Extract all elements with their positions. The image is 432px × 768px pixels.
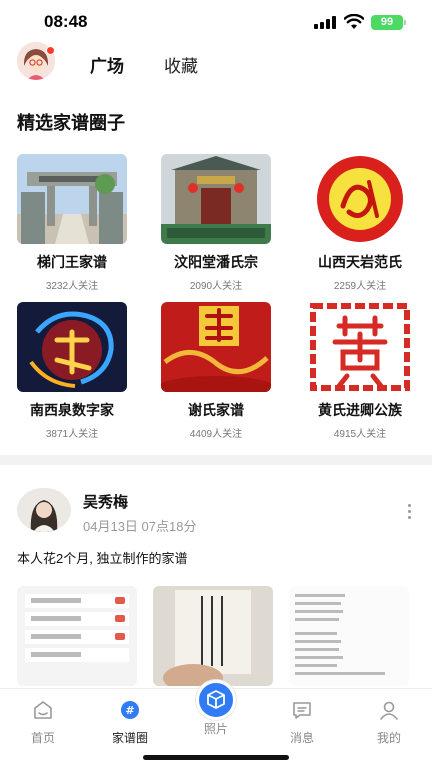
cube-icon bbox=[207, 690, 225, 709]
circle-card[interactable]: 山西天岩范氏 2259人关注 bbox=[305, 154, 415, 292]
nav-item-home[interactable]: 首页 bbox=[13, 699, 73, 746]
user-icon bbox=[380, 701, 398, 720]
circle-thumbnail bbox=[305, 302, 415, 392]
nav-item-genealogy-circle[interactable]: # 家谱圈 bbox=[100, 699, 160, 746]
svg-text:#: # bbox=[125, 704, 134, 717]
circle-thumbnail bbox=[17, 154, 127, 244]
circle-thumbnail bbox=[305, 154, 415, 244]
top-header: 广场 收藏 bbox=[0, 42, 432, 82]
circle-card[interactable]: 汶阳堂潘氏宗 2090人关注 bbox=[161, 154, 271, 292]
nav-label: 照片 bbox=[203, 722, 228, 736]
circle-card[interactable]: 南西泉数字家 3871人关注 bbox=[17, 302, 127, 440]
circle-followers: 3871人关注 bbox=[45, 429, 99, 440]
nav-label: 首页 bbox=[30, 731, 55, 745]
genealogy-circle-icon: # bbox=[121, 701, 139, 719]
post-text: 本人花2个月, 独立制作的家谱 bbox=[17, 551, 188, 566]
circle-followers: 4409人关注 bbox=[189, 429, 243, 440]
nav-item-profile[interactable]: 我的 bbox=[359, 699, 419, 746]
home-icon bbox=[34, 701, 52, 719]
circle-name: 梯门王家谱 bbox=[37, 254, 107, 270]
circle-name: 黄氏进卿公族 bbox=[318, 402, 402, 418]
tab-favorites[interactable]: 收藏 bbox=[164, 52, 198, 77]
circle-thumbnail bbox=[161, 302, 271, 392]
message-icon bbox=[293, 702, 311, 719]
section-divider bbox=[0, 455, 432, 465]
post-timestamp: 04月13日 07点18分 bbox=[83, 519, 197, 534]
nav-item-messages[interactable]: 消息 bbox=[272, 699, 332, 746]
status-bar: 08:48 99 bbox=[0, 0, 432, 44]
signal-icon bbox=[314, 16, 336, 29]
post-image[interactable] bbox=[153, 586, 273, 686]
circle-card[interactable]: 谢氏家谱 4409人关注 bbox=[161, 302, 271, 440]
nav-label: 消息 bbox=[289, 731, 314, 745]
more-options-icon[interactable] bbox=[403, 504, 415, 522]
nav-label: 我的 bbox=[376, 731, 401, 745]
circle-name: 南西泉数字家 bbox=[30, 402, 114, 418]
photo-button[interactable] bbox=[196, 680, 236, 720]
circle-name: 谢氏家谱 bbox=[188, 402, 244, 418]
post-image[interactable] bbox=[17, 586, 137, 686]
battery-icon: 99 bbox=[371, 15, 406, 30]
circle-followers: 2259人关注 bbox=[333, 281, 387, 292]
wifi-icon bbox=[344, 14, 364, 29]
circle-thumbnail bbox=[17, 302, 127, 392]
circle-name: 汶阳堂潘氏宗 bbox=[174, 254, 258, 270]
post-image[interactable] bbox=[289, 586, 409, 686]
circle-card[interactable]: 梯门王家谱 3232人关注 bbox=[17, 154, 127, 292]
avatar-illustration bbox=[17, 488, 71, 532]
circle-name: 山西天岩范氏 bbox=[318, 254, 402, 270]
notification-dot bbox=[46, 46, 55, 55]
circle-thumbnail bbox=[161, 154, 271, 244]
circle-followers: 3232人关注 bbox=[45, 281, 99, 292]
nav-label: 家谱圈 bbox=[111, 731, 148, 745]
tab-plaza[interactable]: 广场 bbox=[90, 52, 124, 77]
status-time: 08:48 bbox=[44, 12, 88, 31]
circle-followers: 4915人关注 bbox=[333, 429, 387, 440]
home-indicator bbox=[143, 755, 289, 760]
circle-followers: 2090人关注 bbox=[189, 281, 243, 292]
circle-card[interactable]: 黄氏进卿公族 4915人关注 bbox=[305, 302, 415, 440]
section-title: 精选家谱圈子 bbox=[17, 113, 125, 133]
post-author-avatar[interactable] bbox=[17, 488, 71, 532]
post-author-name[interactable]: 吴秀梅 bbox=[83, 491, 128, 512]
